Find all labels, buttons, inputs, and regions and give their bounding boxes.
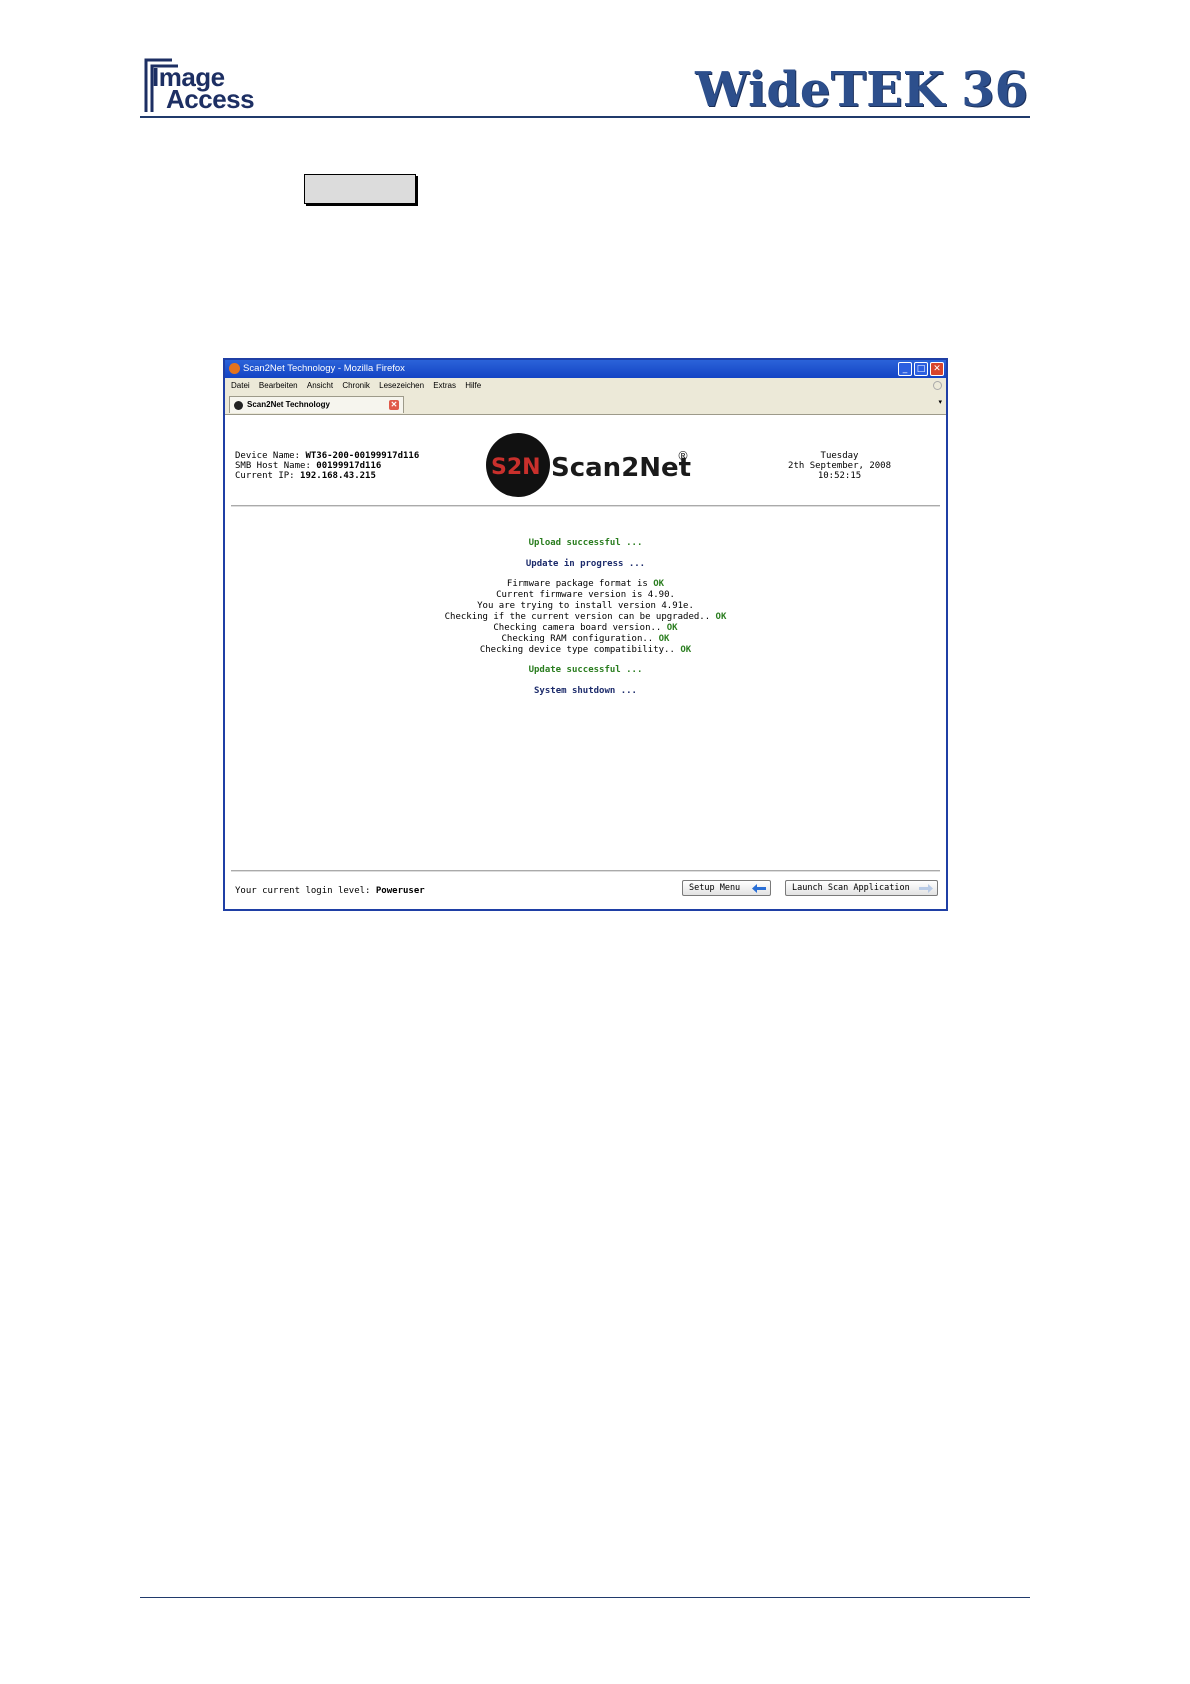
check-line: Checking if the current version can be u…	[225, 612, 946, 622]
check-line: Checking camera board version.. OK	[225, 623, 946, 633]
logo-line-2: Access	[166, 84, 255, 114]
day-text: Tuesday	[820, 451, 859, 461]
check-line: Checking RAM configuration.. OK	[225, 634, 946, 644]
scan2net-logo: S2N Scan2Net ®	[486, 433, 691, 497]
check-text: Current firmware version is 4.90.	[496, 590, 675, 600]
login-level: Your current login level: Poweruser	[235, 886, 425, 896]
setup-menu-label: Setup Menu	[689, 883, 741, 893]
window-titlebar: Scan2Net Technology - Mozilla Firefox _ …	[225, 360, 946, 378]
tab-label: Scan2Net Technology	[247, 400, 330, 409]
menu-bar: Datei Bearbeiten Ansicht Chronik Lesezei…	[225, 378, 946, 395]
browser-window: Scan2Net Technology - Mozilla Firefox _ …	[223, 358, 948, 911]
content-divider-top	[231, 505, 940, 507]
login-level-label: Your current login level:	[235, 886, 376, 896]
device-name-value: WT36-200-00199917d116	[305, 451, 420, 461]
check-text: Firmware package format is	[506, 579, 654, 589]
smb-host-value: 00199917d116	[316, 461, 382, 471]
product-title: WideTEK 36	[695, 62, 1028, 118]
check-line: Checking device type compatibility.. OK	[225, 645, 946, 655]
check-ok: OK	[666, 623, 678, 633]
logo-mark: S2N	[491, 455, 541, 480]
minimize-icon[interactable]: _	[898, 362, 912, 376]
logo-registered: ®	[677, 449, 689, 463]
tab-list-arrow-icon[interactable]: ▾	[938, 398, 942, 406]
menu-item-hilfe[interactable]: Hilfe	[465, 378, 481, 394]
firefox-icon	[229, 363, 240, 374]
update-progress-status: Update in progress ...	[525, 559, 646, 569]
tab-close-icon[interactable]: ✕	[389, 400, 399, 410]
placeholder-button[interactable]	[304, 174, 416, 204]
check-text: Checking camera board version..	[493, 623, 667, 633]
check-line: You are trying to install version 4.91e.	[225, 601, 946, 611]
smb-host-label: SMB Host Name:	[235, 461, 317, 471]
time-text: 10:52:15	[817, 471, 862, 481]
menu-item-ansicht[interactable]: Ansicht	[307, 378, 333, 394]
header-rule	[140, 116, 1030, 118]
check-text: Checking device type compatibility..	[479, 645, 681, 655]
throbber-icon	[933, 381, 942, 390]
device-info: Device Name: WT36-200-00199917d116 SMB H…	[235, 451, 419, 481]
arrow-left-icon	[752, 884, 766, 893]
login-level-value: Poweruser	[375, 886, 425, 896]
arrow-right-icon	[919, 884, 933, 893]
image-access-logo: Image Access	[152, 64, 255, 114]
device-name-row: Device Name: WT36-200-00199917d116	[235, 451, 419, 461]
window-title: Scan2Net Technology - Mozilla Firefox	[243, 363, 405, 374]
smb-host-row: SMB Host Name: 00199917d116	[235, 461, 419, 471]
menu-item-datei[interactable]: Datei	[231, 378, 250, 394]
check-ok: OK	[658, 634, 670, 644]
date-text: 2th September, 2008	[788, 461, 891, 471]
device-name-label: Device Name:	[235, 451, 306, 461]
tab-scan2net[interactable]: Scan2Net Technology ✕	[229, 396, 404, 413]
launch-scan-application-label: Launch Scan Application	[792, 883, 910, 893]
check-ok: OK	[680, 645, 692, 655]
maximize-icon[interactable]: □	[914, 362, 928, 376]
update-success-status: Update successful ...	[528, 665, 643, 675]
check-ok: OK	[715, 612, 727, 622]
upload-status: Upload successful ...	[528, 538, 643, 548]
setup-menu-button[interactable]: Setup Menu	[682, 880, 771, 896]
content-divider-bottom	[231, 870, 940, 872]
check-line: Firmware package format is OK	[225, 579, 946, 589]
page-content: Device Name: WT36-200-00199917d116 SMB H…	[225, 414, 946, 909]
menu-item-bearbeiten[interactable]: Bearbeiten	[259, 378, 298, 394]
shutdown-status: System shutdown ...	[534, 686, 637, 696]
current-ip-row: Current IP: 192.168.43.215	[235, 471, 419, 481]
close-icon[interactable]: ✕	[930, 362, 944, 376]
menu-item-lesezeichen[interactable]: Lesezeichen	[379, 378, 424, 394]
footer-rule	[140, 1597, 1030, 1598]
check-text: Checking RAM configuration..	[501, 634, 659, 644]
tab-bar: Scan2Net Technology ✕ ▾	[225, 394, 946, 415]
current-ip-value: 192.168.43.215	[300, 471, 376, 481]
check-text: You are trying to install version 4.91e.	[477, 601, 694, 611]
check-line: Current firmware version is 4.90.	[225, 590, 946, 600]
current-ip-label: Current IP:	[235, 471, 301, 481]
check-text: Checking if the current version can be u…	[444, 612, 716, 622]
menu-item-extras[interactable]: Extras	[433, 378, 456, 394]
check-ok: OK	[653, 579, 665, 589]
logo-word: Scan2Net	[551, 453, 691, 483]
favicon-icon	[234, 401, 243, 410]
menu-item-chronik[interactable]: Chronik	[342, 378, 370, 394]
launch-scan-application-button[interactable]: Launch Scan Application	[785, 880, 938, 896]
date-time: Tuesday 2th September, 2008 10:52:15	[788, 451, 891, 481]
